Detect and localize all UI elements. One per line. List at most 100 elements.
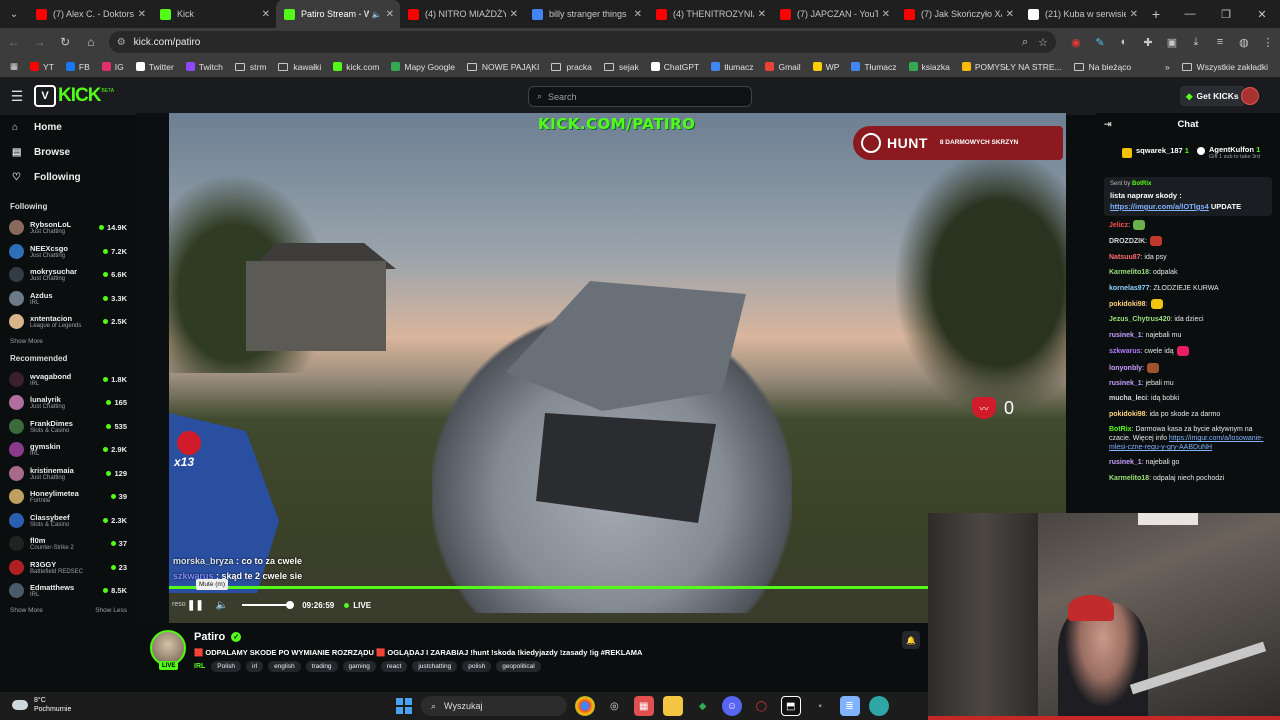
video-player[interactable]: KICK.COM/PATIRO HUNT 8 DARMOWYCH SKRZYN … [136, 113, 1066, 623]
sidebar-channel[interactable]: Azdus IRL 3.3K [0, 287, 136, 311]
bookmark-item[interactable]: tłumacz [705, 62, 759, 72]
profile-icon[interactable]: ◍ [1232, 31, 1256, 53]
media-icon[interactable]: ≡ [1208, 31, 1232, 53]
show-less-label[interactable]: Show Less [95, 607, 127, 614]
notification-bell-icon[interactable]: 🔔 [902, 631, 920, 649]
tab-close-icon[interactable]: ✕ [882, 9, 890, 20]
opera-icon[interactable]: ◯ [751, 696, 771, 716]
app-icon[interactable]: ▪ [810, 696, 830, 716]
tab-close-icon[interactable]: ✕ [386, 9, 394, 20]
sidebar-channel[interactable]: FrankDimes Slots & Casino 535 [0, 415, 136, 439]
pinned-link[interactable]: https://imgur.com/a/lOTlgs4 [1110, 202, 1209, 211]
stream-tag[interactable]: react [380, 661, 408, 672]
chat-username[interactable]: kornelas977 [1109, 285, 1149, 292]
site-info-icon[interactable]: ⚙ [117, 37, 126, 48]
chat-username[interactable]: mucha_leci [1109, 395, 1147, 402]
stream-tag[interactable]: gaming [342, 661, 376, 672]
bookmark-item[interactable]: Na bieżąco [1068, 62, 1138, 72]
browser-tab[interactable]: (4) NITRO MIAŻDŻY ✕ [400, 0, 524, 28]
address-bar[interactable]: ⚙ kick.com/patiro ⌕ ☆ [108, 31, 1056, 53]
sidebar-channel[interactable]: lunalyrik Just Chatting 165 [0, 391, 136, 415]
chat-username[interactable]: Natsuu87 [1109, 254, 1141, 261]
channel-name[interactable]: Patiro ✓ [194, 631, 242, 643]
chat-username[interactable]: BotRix [1109, 426, 1132, 433]
gifter-2[interactable]: AgentKulfon 1 Gift 1 sub to take 3rd [1196, 145, 1260, 160]
stream-tag[interactable]: justchatting [412, 661, 458, 672]
bookmark-item[interactable]: Tłumacz [845, 62, 902, 72]
stream-tag[interactable]: irl [246, 661, 264, 672]
tab-close-icon[interactable]: ✕ [138, 9, 146, 20]
nav-following[interactable]: ♡ Following [0, 165, 136, 190]
chat-username[interactable]: rusinek_1 [1109, 459, 1142, 466]
chat-username[interactable]: rusinek_1 [1109, 380, 1142, 387]
kick-logo[interactable]: V KICK BETA [34, 85, 114, 107]
stream-tag[interactable]: english [268, 661, 301, 672]
bookmark-item[interactable]: kick.com [327, 62, 385, 72]
bookmark-apps-icon[interactable]: ▦ [4, 61, 24, 72]
sidebar-channel[interactable]: RybsonLoL Just Chatting 14.9K [0, 216, 136, 240]
profile-avatar-icon[interactable]: ▣ [1160, 31, 1184, 53]
chat-username[interactable]: lonyonbly [1109, 364, 1142, 371]
stream-tag[interactable]: polish [462, 661, 492, 672]
browser-tab[interactable]: Patiro Stream - W 🔈 ✕ [276, 0, 400, 28]
volume-knob[interactable] [286, 601, 295, 609]
tab-close-icon[interactable]: ✕ [758, 9, 766, 20]
tab-close-icon[interactable]: ✕ [262, 9, 270, 20]
chat-username[interactable]: Jezus_Chytrus420 [1109, 316, 1170, 323]
weather-widget[interactable]: 8°C Pochmurnie [12, 696, 71, 714]
taskbar-search[interactable]: ⌕ Wyszukaj [421, 696, 567, 716]
sidebar-channel[interactable]: xntentacion League of Legends 2.5K [0, 310, 136, 334]
sidebar-channel[interactable]: mokrysuchar Just Chatting 6.6K [0, 263, 136, 287]
url-text[interactable]: kick.com/patiro [134, 37, 1012, 48]
blocker-extension-icon[interactable]: ◐ [1112, 31, 1136, 53]
category-link[interactable]: IRL [194, 663, 205, 670]
chat-username[interactable]: rusinek_1 [1109, 332, 1142, 339]
back-icon[interactable]: ← [2, 30, 26, 54]
bookmark-item[interactable]: Twitter [130, 62, 180, 72]
home-page-icon[interactable]: ⌂ [79, 30, 103, 54]
file-explorer-icon[interactable] [663, 696, 684, 716]
video-progress-bar[interactable] [169, 586, 929, 589]
windows-start-icon[interactable] [396, 698, 412, 714]
stream-tag[interactable]: geopolitical [496, 661, 541, 672]
edge-icon[interactable] [868, 696, 889, 716]
get-kicks-button[interactable]: ◆ Get KICKs [1180, 86, 1245, 106]
chevron-right-icon[interactable]: » [1159, 62, 1176, 72]
nav-browse[interactable]: ▤ Browse [0, 140, 136, 165]
paint-icon[interactable]: ▦ [633, 696, 654, 716]
record-extension-icon[interactable]: ◉ [1064, 31, 1088, 53]
tab-close-icon[interactable]: ✕ [1130, 9, 1138, 20]
sidebar-channel[interactable]: fl0m Counter-Strike 2 37 [0, 532, 136, 556]
minimize-icon[interactable]: — [1172, 0, 1208, 28]
browser-tab[interactable]: (7) Jak Skończyło XA ✕ [896, 0, 1020, 28]
chat-username[interactable]: pokidoki98 [1109, 411, 1146, 418]
sidebar-channel[interactable]: Honeylimetea Fortnite 39 [0, 485, 136, 509]
bookmark-item[interactable]: Gmail [759, 62, 806, 72]
all-bookmarks[interactable]: Wszystkie zakładki [1176, 62, 1274, 72]
chrome-alt-icon[interactable]: ◆ [693, 696, 713, 716]
translate-extension-icon[interactable]: ✎ [1088, 31, 1112, 53]
discord-icon[interactable]: ☺ [721, 696, 742, 716]
stream-tag[interactable]: trading [305, 661, 338, 672]
pause-icon[interactable]: ❚❚ [187, 600, 204, 611]
sidebar-channel[interactable]: NEEXcsgo Just Chatting 7.2K [0, 240, 136, 264]
chat-username[interactable]: DROZDZIK [1109, 238, 1145, 245]
bookmark-item[interactable]: pracka [545, 62, 598, 72]
forward-icon[interactable]: → [28, 30, 52, 54]
bookmark-item[interactable]: ksiazka [903, 62, 956, 72]
browser-tab[interactable]: (7) Alex C. - Doktorsp ✕ [28, 0, 152, 28]
browser-tab[interactable]: (4) THENITROZYNIAK ✕ [648, 0, 772, 28]
volume-slider[interactable] [242, 601, 295, 609]
hamburger-menu-icon[interactable]: ☰ [0, 88, 34, 105]
tab-close-icon[interactable]: ✕ [1006, 9, 1014, 20]
sidebar-channel[interactable]: wvagabond IRL 1.8K [0, 368, 136, 392]
sidebar-channel[interactable]: R3GGY Battlefield REDSEC 23 [0, 556, 136, 580]
live-indicator[interactable]: LIVE [344, 601, 371, 610]
nav-home[interactable]: ⌂ Home [0, 115, 136, 140]
zoom-icon[interactable]: ⌕ [1022, 36, 1028, 49]
bookmark-item[interactable]: sejak [598, 62, 645, 72]
show-more-following[interactable]: Show More [0, 334, 136, 350]
tab-close-icon[interactable]: ✕ [634, 9, 642, 20]
sidebar-channel[interactable]: gymskin IRL 2.9K [0, 438, 136, 462]
obs-icon[interactable]: ◎ [604, 696, 624, 716]
